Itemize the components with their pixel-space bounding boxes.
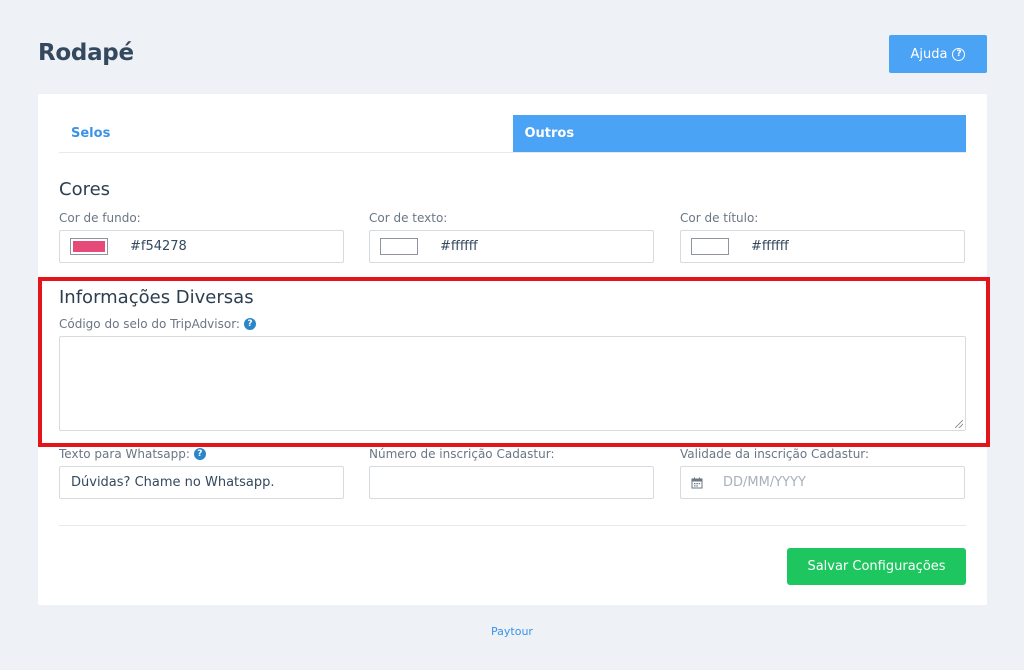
colors-section-title: Cores <box>59 179 111 200</box>
text-color-swatch[interactable] <box>380 238 418 255</box>
settings-card: Selos Outros Cores Cor de fundo: #f54278… <box>38 94 987 605</box>
tripadvisor-label: Código do selo do TripAdvisor: ? <box>59 317 256 331</box>
save-settings-button[interactable]: Salvar Configurações <box>787 548 966 585</box>
date-placeholder: DD/MM/YYYY <box>723 475 806 490</box>
cadastur-number-input[interactable] <box>369 466 654 499</box>
cadastur-validity-input[interactable]: DD/MM/YYYY <box>680 466 965 499</box>
help-button[interactable]: Ajuda ? <box>889 35 987 73</box>
cadastur-validity-label: Validade da inscrição Cadastur: <box>680 447 870 461</box>
whatsapp-label-text: Texto para Whatsapp: <box>59 447 190 461</box>
info-section-title: Informações Diversas <box>59 287 254 308</box>
whatsapp-label: Texto para Whatsapp: ? <box>59 447 206 461</box>
help-button-label: Ajuda <box>910 46 948 62</box>
footer-link-paytour[interactable]: Paytour <box>0 625 1024 638</box>
swatch-fill <box>73 241 105 252</box>
title-color-swatch[interactable] <box>691 238 729 255</box>
question-circle-icon[interactable]: ? <box>193 448 206 460</box>
resize-handle-icon[interactable] <box>955 420 963 428</box>
tripadvisor-code-textarea[interactable] <box>59 336 966 431</box>
background-color-label: Cor de fundo: <box>59 211 141 225</box>
swatch-fill <box>383 241 415 252</box>
title-color-label: Cor de título: <box>680 211 759 225</box>
tab-selos[interactable]: Selos <box>59 115 513 152</box>
title-color-value: #ffffff <box>751 239 789 254</box>
text-color-input[interactable]: #ffffff <box>369 230 654 263</box>
background-color-swatch[interactable] <box>70 238 108 255</box>
text-color-value: #ffffff <box>440 239 478 254</box>
calendar-icon <box>691 477 703 488</box>
tab-bar: Selos Outros <box>59 115 966 153</box>
whatsapp-text-input[interactable]: Dúvidas? Chame no Whatsapp. <box>59 466 344 499</box>
tab-outros[interactable]: Outros <box>512 115 966 152</box>
divider <box>59 525 966 526</box>
question-circle-icon: ? <box>952 47 966 61</box>
swatch-fill <box>694 241 726 252</box>
background-color-value: #f54278 <box>130 239 187 254</box>
cadastur-number-label: Número de inscrição Cadastur: <box>369 447 555 461</box>
tripadvisor-label-text: Código do selo do TripAdvisor: <box>59 317 240 331</box>
background-color-input[interactable]: #f54278 <box>59 230 344 263</box>
title-color-input[interactable]: #ffffff <box>680 230 965 263</box>
question-circle-icon[interactable]: ? <box>243 318 256 330</box>
page-title: Rodapé <box>38 40 134 66</box>
text-color-label: Cor de texto: <box>369 211 448 225</box>
